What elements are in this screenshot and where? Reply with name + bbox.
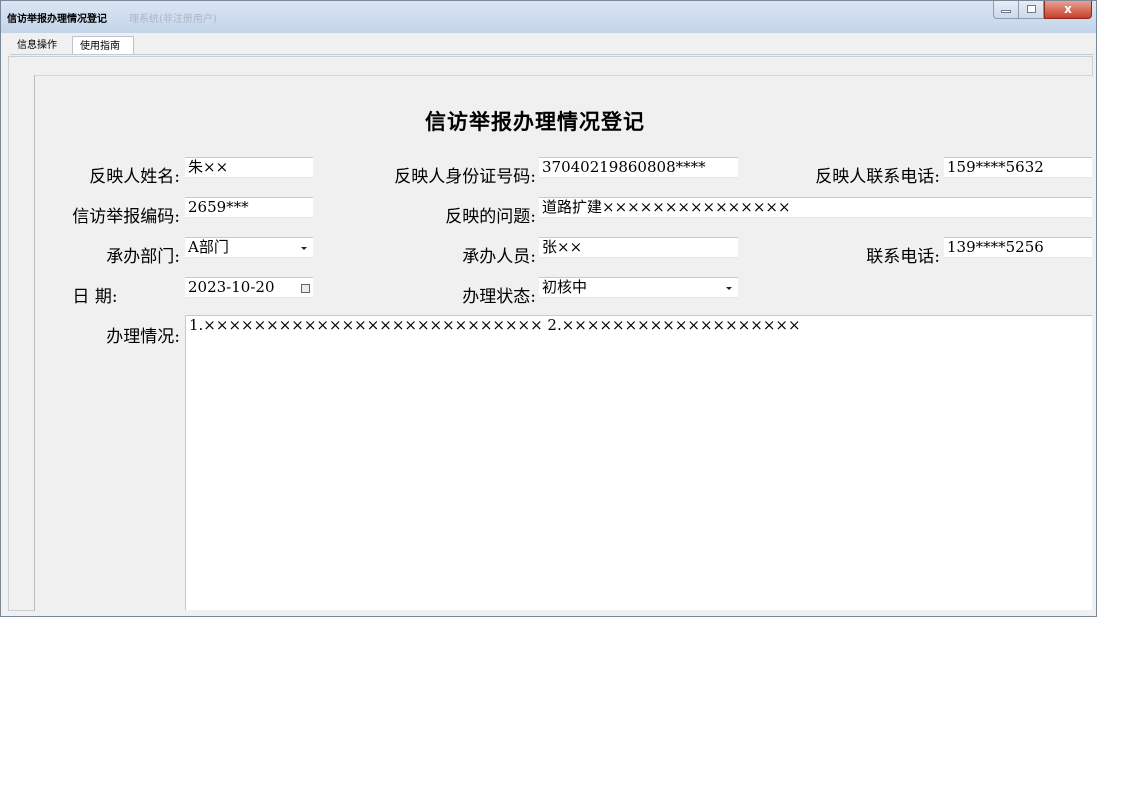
chevron-down-icon[interactable]	[301, 247, 307, 250]
date-picker[interactable]: 2023-10-20	[185, 277, 313, 298]
process-textarea[interactable]: 1.××××××××××××××××××××××××××× 2.××××××××…	[185, 315, 1092, 610]
handler-phone-label: 联系电话:	[866, 247, 940, 267]
id-number-label: 反映人身份证号码:	[394, 167, 536, 187]
close-button[interactable]: x	[1044, 1, 1092, 19]
process-label: 办理情况:	[106, 327, 180, 347]
reporter-phone-label: 反映人联系电话:	[815, 167, 940, 187]
minimize-button[interactable]	[993, 1, 1019, 19]
tab-info-operation[interactable]: 信息操作	[10, 36, 72, 55]
department-value: A部门	[188, 238, 229, 256]
title-bar[interactable]: 信访举报办理情况登记 理系统(非注册用户) x	[1, 1, 1096, 33]
date-value: 2023-10-20	[188, 278, 275, 296]
close-icon: x	[1064, 2, 1072, 16]
status-value: 初核中	[542, 278, 588, 296]
issue-label: 反映的问题:	[445, 207, 536, 227]
id-number-input[interactable]: 37040219860808****	[539, 157, 738, 178]
handler-input[interactable]: 张××	[539, 237, 738, 258]
status-label: 办理状态:	[462, 287, 536, 307]
name-label: 反映人姓名:	[89, 167, 180, 187]
status-select[interactable]: 初核中	[539, 277, 738, 298]
form-title: 信访举报办理情况登记	[425, 109, 645, 134]
reporter-phone-input[interactable]: 159****5632	[944, 157, 1092, 178]
department-label: 承办部门:	[106, 247, 180, 267]
department-select[interactable]: A部门	[185, 237, 313, 258]
report-code-input[interactable]: 2659***	[185, 197, 313, 218]
minimize-icon	[1001, 10, 1011, 13]
maximize-button[interactable]	[1018, 1, 1044, 19]
window-subtitle: 理系统(非注册用户)	[129, 14, 217, 25]
calendar-icon[interactable]	[301, 284, 310, 293]
maximize-icon	[1027, 5, 1036, 13]
chevron-down-icon[interactable]	[726, 287, 732, 290]
tab-divider	[10, 54, 1094, 55]
name-input[interactable]: 朱××	[185, 157, 313, 178]
handler-label: 承办人员:	[462, 247, 536, 267]
report-code-label: 信访举报编码:	[72, 207, 180, 227]
handler-phone-input[interactable]: 139****5256	[944, 237, 1092, 258]
date-label: 日 期:	[72, 287, 118, 307]
issue-input[interactable]: 道路扩建×××××××××××××××	[539, 197, 1092, 218]
tab-user-guide[interactable]: 使用指南	[72, 36, 134, 55]
window-title: 信访举报办理情况登记	[7, 14, 107, 25]
